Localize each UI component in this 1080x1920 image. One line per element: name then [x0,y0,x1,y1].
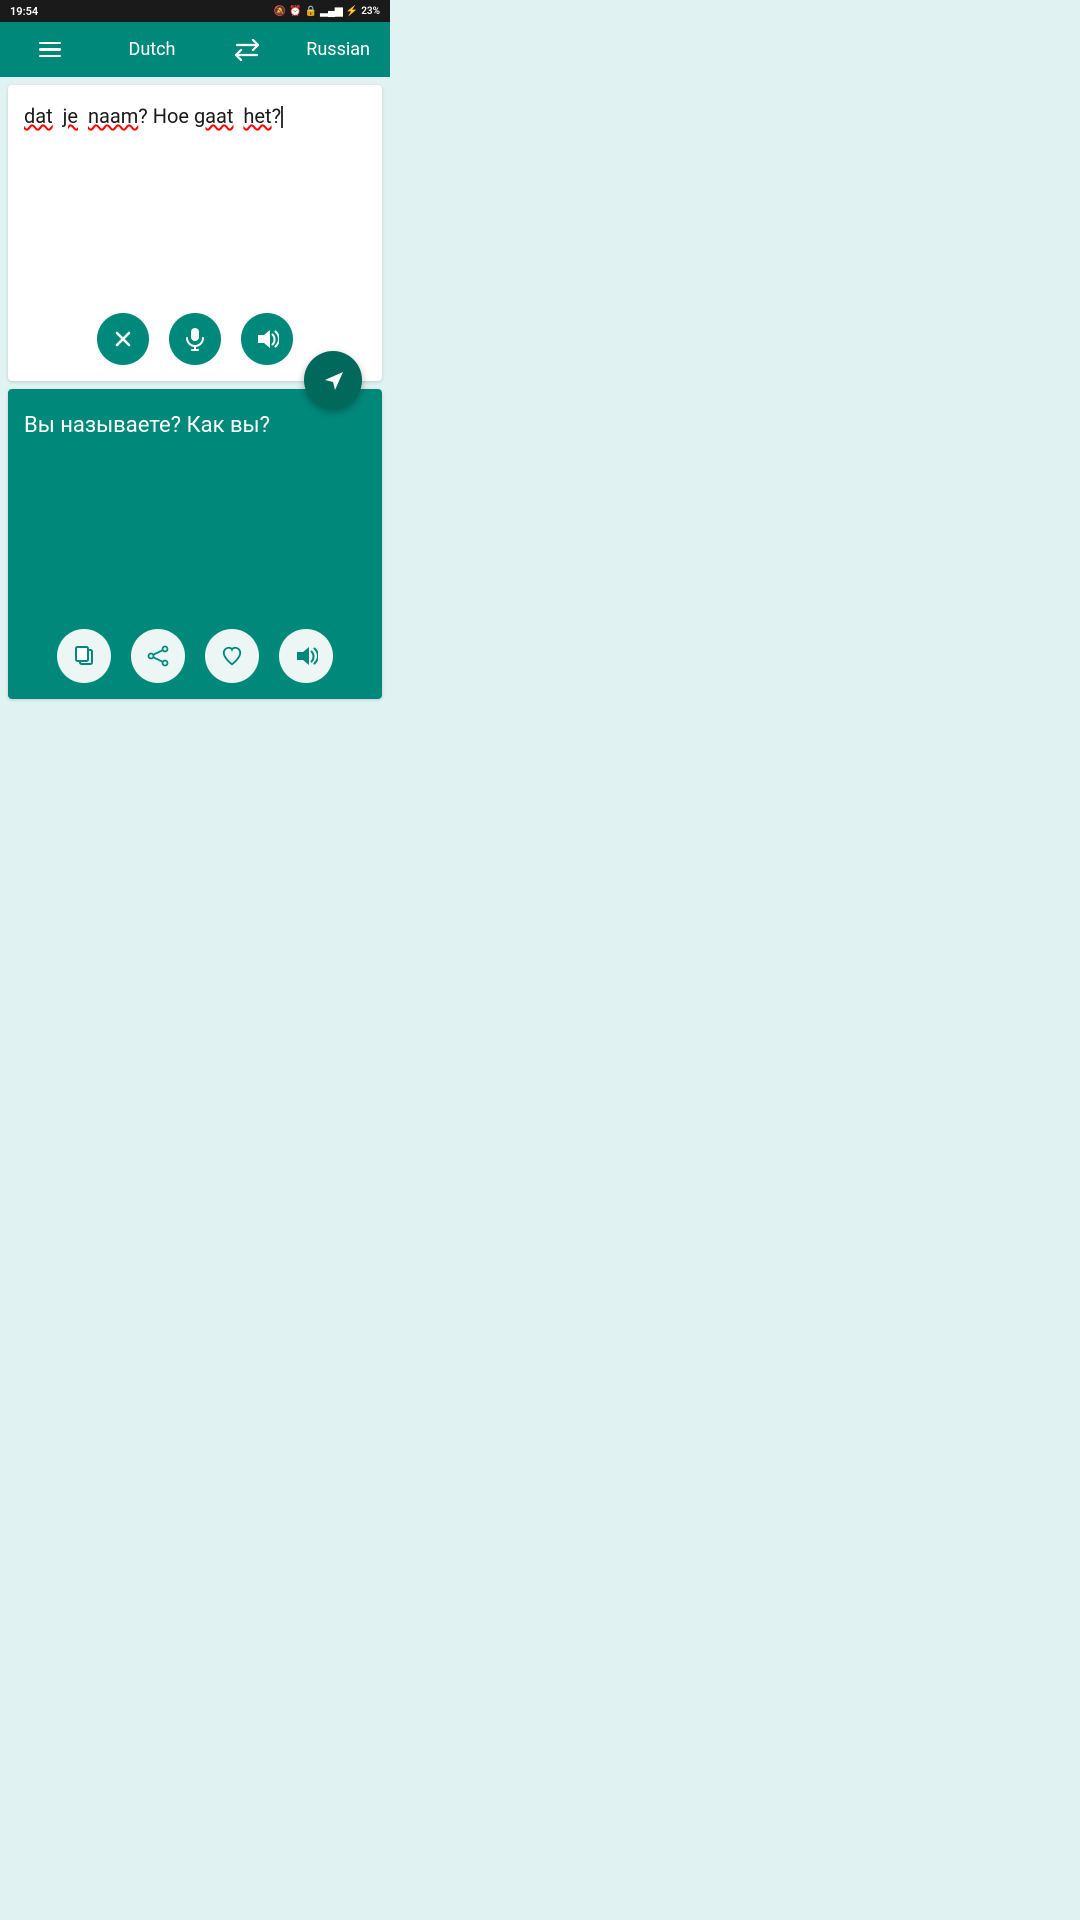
share-icon [147,645,169,667]
word-het: het [243,104,271,128]
output-action-buttons [24,629,366,683]
speak-translation-button[interactable] [279,629,333,683]
mute-icon: 🔕 [274,6,286,17]
swap-languages-button[interactable] [234,39,260,61]
status-icons: 🔕 ⏰ 🔒 ▂▄▆ ⚡ 23% [274,6,380,17]
favorite-icon [221,645,243,667]
favorite-button[interactable] [205,629,259,683]
source-text[interactable]: dat je naam? Hoe gaat het? [24,101,366,301]
lock-icon: 🔒 [305,6,317,17]
word-dat: dat [24,104,53,128]
text-cursor [281,106,283,128]
translate-send-icon [321,368,345,392]
signal-icon: ▂▄▆ [320,6,342,17]
main-content: dat je naam? Hoe gaat het? [0,85,390,699]
word-gaat: gaat [194,104,234,128]
microphone-button[interactable] [169,313,221,365]
alarm-icon: ⏰ [289,6,301,17]
output-section: Вы называете? Как вы? [8,389,382,699]
charging-icon: ⚡ [346,6,358,17]
battery-text: 23% [361,6,380,17]
translated-text: Вы называете? Как вы? [24,409,366,613]
toolbar: Dutch Russian [0,22,390,77]
copy-icon [73,645,95,667]
speak-translation-icon [294,646,318,666]
speak-source-icon [255,329,279,349]
source-language-label[interactable]: Dutch [129,39,176,60]
menu-button[interactable] [39,42,61,58]
translate-button[interactable] [304,351,362,409]
word-je: je [63,104,78,128]
clear-button[interactable] [97,313,149,365]
word-naam: naam [88,104,138,128]
input-section: dat je naam? Hoe gaat het? [8,85,382,381]
status-bar: 19:54 🔕 ⏰ 🔒 ▂▄▆ ⚡ 23% [0,0,390,22]
copy-button[interactable] [57,629,111,683]
speak-source-button[interactable] [241,313,293,365]
clear-icon [113,329,133,349]
microphone-icon [185,327,205,351]
status-time: 19:54 [10,5,38,18]
share-button[interactable] [131,629,185,683]
target-language-label[interactable]: Russian [306,39,370,60]
